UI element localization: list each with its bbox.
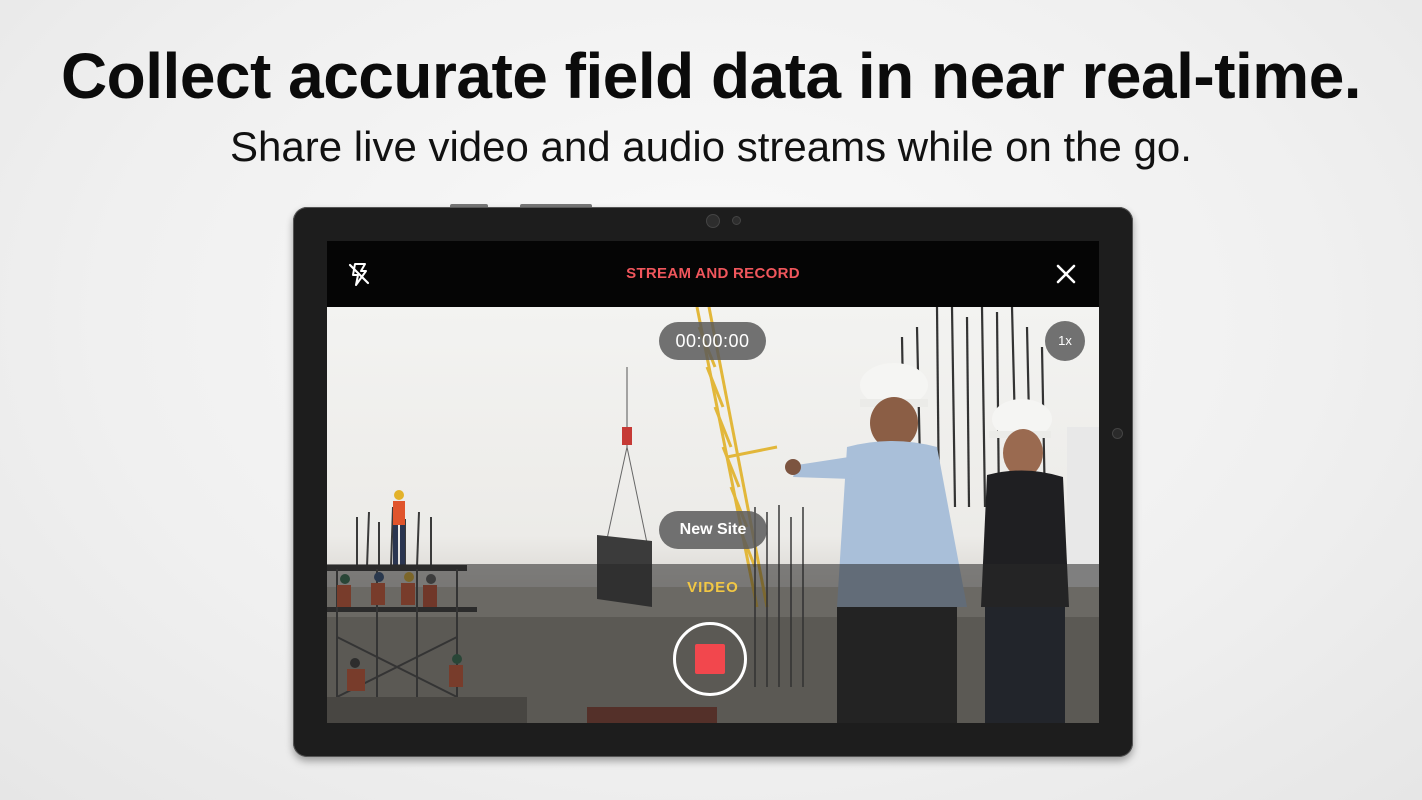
zoom-level-button[interactable]: 1x <box>1045 321 1085 361</box>
front-camera-icon <box>706 214 720 228</box>
capture-controls: VIDEO <box>327 564 1099 723</box>
side-sensor-icon <box>1112 428 1123 439</box>
screen-title: STREAM AND RECORD <box>626 265 800 282</box>
site-selector[interactable]: New Site <box>659 511 767 549</box>
stop-icon <box>695 644 725 674</box>
mode-video-tab[interactable]: VIDEO <box>327 579 1099 596</box>
subheadline: Share live video and audio streams while… <box>230 123 1192 170</box>
camera-viewfinder: 00:00:00 1x New Site VIDEO <box>327 307 1099 723</box>
close-icon[interactable] <box>1053 261 1079 287</box>
recording-timer: 00:00:00 <box>659 322 766 360</box>
headline: Collect accurate field data in near real… <box>60 40 1362 112</box>
camera-top-bar: STREAM AND RECORD <box>327 241 1099 307</box>
sensor-icon <box>732 216 741 225</box>
camera-screen: STREAM AND RECORD 00:00:00 1x New Site V… <box>327 241 1099 723</box>
record-stop-button[interactable] <box>673 622 747 696</box>
